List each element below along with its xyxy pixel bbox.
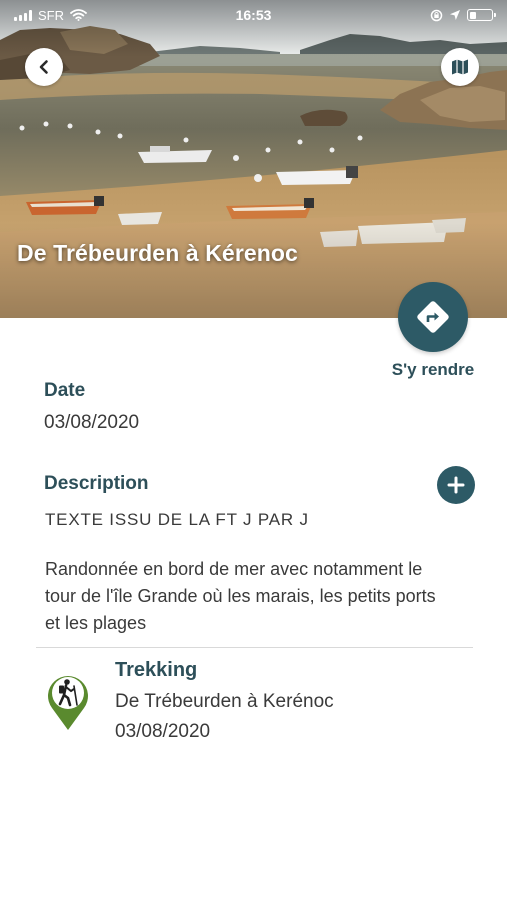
location-arrow-icon [450,10,460,20]
signal-icon [14,9,32,21]
wifi-icon [70,9,87,21]
beach-photo [0,0,507,318]
expand-description-button[interactable] [437,466,475,504]
map-icon [452,59,468,75]
directions-button[interactable] [398,282,468,352]
divider [36,647,473,648]
map-button[interactable] [441,48,479,86]
page-title: De Trébeurden à Kérenoc [17,240,298,266]
battery-icon [467,9,496,21]
hero-image: SFR 16:53 De Trébeurden à Kérenoc [0,0,507,318]
activity-title: Trekking [115,659,198,681]
trekking-pin-icon [48,676,88,730]
rotation-lock-icon [430,9,443,21]
status-right [430,9,496,22]
date-value: 03/08/2020 [44,412,140,433]
activity-item[interactable]: Trekking De Trébeurden à Kerénoc 03/08/2… [36,656,473,752]
status-left: SFR [14,8,87,23]
carrier-label: SFR [38,7,64,23]
plus-icon [447,476,465,494]
description-subtitle: TEXTE ISSU DE LA FT J PAR J [45,510,309,529]
directions-label[interactable]: S'y rendre [376,360,490,380]
date-heading: Date [44,380,86,401]
back-button[interactable] [25,48,63,86]
chevron-left-icon [39,60,48,74]
activity-date: 03/08/2020 [115,721,211,742]
directions-icon [417,301,449,333]
description-heading: Description [44,473,149,494]
description-body: Randonnée en bord de mer avec notamment … [45,559,436,633]
activity-name: De Trébeurden à Kerénoc [115,691,334,712]
status-bar: SFR 16:53 [0,0,507,30]
